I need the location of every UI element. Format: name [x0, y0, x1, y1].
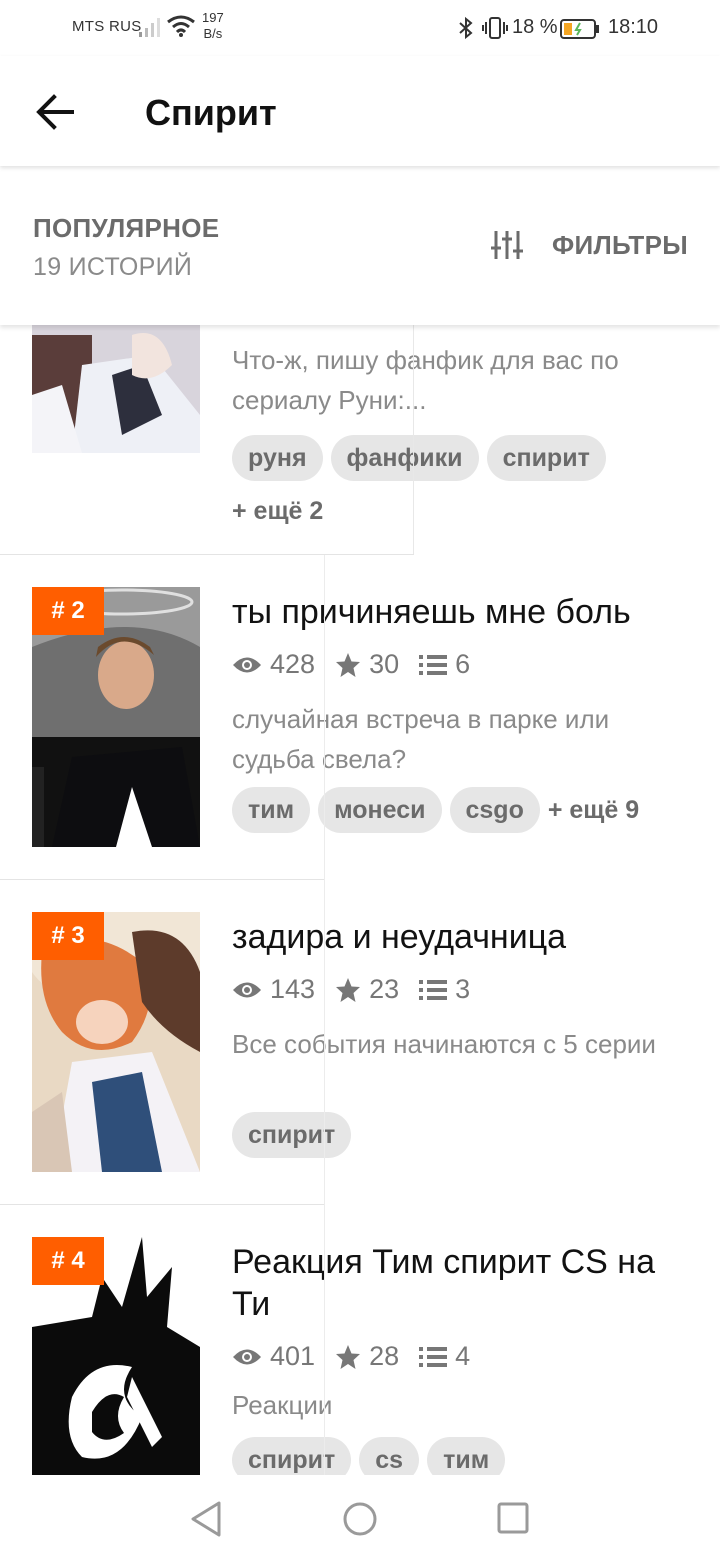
nav-recents-icon[interactable]	[496, 1501, 530, 1535]
page-title: Спирит	[145, 92, 277, 133]
speed-unit: B/s	[203, 26, 223, 41]
parts-stat: 3	[419, 974, 470, 1005]
tag-chip[interactable]: монеси	[318, 787, 442, 833]
views-stat: 143	[232, 974, 315, 1005]
parts-count: 6	[455, 649, 471, 679]
divider	[324, 1205, 325, 1475]
signal-icon	[139, 18, 160, 37]
story-cover[interactable]	[32, 325, 200, 453]
story-count: 19 ИСТОРИЙ	[33, 253, 193, 281]
cover-art	[32, 325, 200, 453]
story-stats: 143 23 3	[232, 974, 490, 1005]
app-bar: Спирит	[0, 56, 720, 166]
sort-label: ПОПУЛЯРНОЕ	[33, 213, 220, 243]
battery-percent: 18 %	[512, 16, 558, 38]
story-title[interactable]: ты причиняешь мне боль	[232, 591, 692, 633]
filters-button[interactable]: ФИЛЬТРЫ	[490, 225, 688, 265]
story-tags: тим монеси csgo + ещё 9	[232, 787, 692, 833]
parts-count: 3	[455, 974, 471, 1004]
list-icon	[419, 1346, 448, 1367]
clock: 18:10	[608, 16, 659, 38]
story-description: Что-ж, пишу фанфик для вас по сериалу Ру…	[232, 345, 619, 415]
story-item[interactable]: # 4 Реакция Тим спирит CS на Ти 401 28 4…	[0, 1205, 720, 1475]
story-stats: 401 28 4	[232, 1341, 490, 1372]
story-list[interactable]: Что-ж, пишу фанфик для вас по сериалу Ру…	[0, 325, 720, 1475]
sliders-icon	[491, 231, 524, 259]
divider	[324, 555, 325, 1205]
star-icon	[336, 652, 361, 677]
tag-chip[interactable]: спирит	[486, 435, 606, 481]
story-title[interactable]: Реакция Тим спирит CS на Ти	[232, 1241, 692, 1325]
parts-count: 4	[455, 1341, 471, 1371]
list-icon	[419, 654, 448, 675]
filters-label: ФИЛЬТРЫ	[552, 229, 688, 260]
tag-chip[interactable]: руня	[232, 435, 323, 481]
story-cover[interactable]: # 3	[32, 912, 200, 1172]
tag-chip[interactable]: cs	[359, 1437, 420, 1475]
divider	[413, 325, 414, 554]
star-icon	[336, 977, 361, 1002]
views-stat: 401	[232, 1341, 315, 1372]
vibrate-icon	[482, 17, 508, 39]
battery-icon	[560, 19, 599, 39]
parts-stat: 4	[419, 1341, 470, 1372]
tag-chip[interactable]: спирит	[232, 1437, 352, 1475]
stars-count: 23	[369, 974, 400, 1004]
stars-count: 30	[369, 649, 400, 679]
story-cover[interactable]: # 2	[32, 587, 200, 847]
story-item[interactable]: Что-ж, пишу фанфик для вас по сериалу Ру…	[0, 325, 720, 555]
back-button[interactable]	[28, 84, 84, 140]
views-count: 143	[270, 974, 316, 1004]
speed-value: 197	[202, 10, 224, 25]
rank-badge: # 2	[32, 587, 104, 635]
views-count: 428	[270, 649, 316, 679]
tag-chip[interactable]: csgo	[449, 787, 540, 833]
wifi-icon	[167, 15, 195, 37]
story-description: случайная встреча в парке или судьба све…	[232, 704, 610, 774]
story-tags: руня фанфики спирит	[232, 435, 692, 481]
story-description: Все события начинаются с 5 серии	[232, 1029, 656, 1059]
tag-chip[interactable]: тим	[232, 787, 311, 833]
eye-icon	[233, 657, 261, 672]
tag-chip[interactable]: спирит	[232, 1112, 352, 1158]
story-cover[interactable]: # 4	[32, 1237, 200, 1475]
stars-count: 28	[369, 1341, 400, 1371]
star-icon	[336, 1344, 361, 1369]
nav-back-icon[interactable]	[188, 1499, 224, 1539]
story-description: Реакции	[232, 1390, 333, 1420]
tag-chip[interactable]: тим	[427, 1437, 506, 1475]
list-icon	[419, 979, 448, 1000]
arrow-left-icon	[36, 94, 74, 130]
story-item[interactable]: # 3 задира и неудачница 143 23 3 Все соб…	[0, 880, 720, 1204]
views-count: 401	[270, 1341, 316, 1371]
eye-icon	[233, 1349, 261, 1364]
story-tags: спирит cs тим	[232, 1437, 692, 1475]
story-tags: спирит	[232, 1112, 692, 1158]
status-bar: MTS RUS 197 B/s 18 % 18:10	[0, 0, 720, 56]
tag-chip[interactable]: фанфики	[330, 435, 479, 481]
stars-stat: 30	[335, 649, 399, 680]
stars-stat: 23	[335, 974, 399, 1005]
story-title[interactable]: задира и неудачница	[232, 916, 692, 958]
bluetooth-icon	[459, 16, 473, 40]
network-speed: 197 B/s	[202, 10, 224, 42]
eye-icon	[233, 982, 261, 997]
carrier-label: MTS RUS	[72, 18, 142, 35]
nav-home-icon[interactable]	[342, 1499, 378, 1539]
system-nav-bar	[0, 1475, 720, 1560]
more-tags[interactable]: + ещё 9	[548, 796, 639, 825]
more-tags[interactable]: + ещё 2	[232, 497, 323, 526]
rank-badge: # 4	[32, 1237, 104, 1285]
views-stat: 428	[232, 649, 315, 680]
parts-stat: 6	[419, 649, 470, 680]
story-stats: 428 30 6	[232, 649, 490, 680]
list-header: ПОПУЛЯРНОЕ 19 ИСТОРИЙ ФИЛЬТРЫ	[0, 167, 720, 325]
story-item[interactable]: # 2 ты причиняешь мне боль 428 30 6 случ…	[0, 555, 720, 879]
stars-stat: 28	[335, 1341, 399, 1372]
rank-badge: # 3	[32, 912, 104, 960]
